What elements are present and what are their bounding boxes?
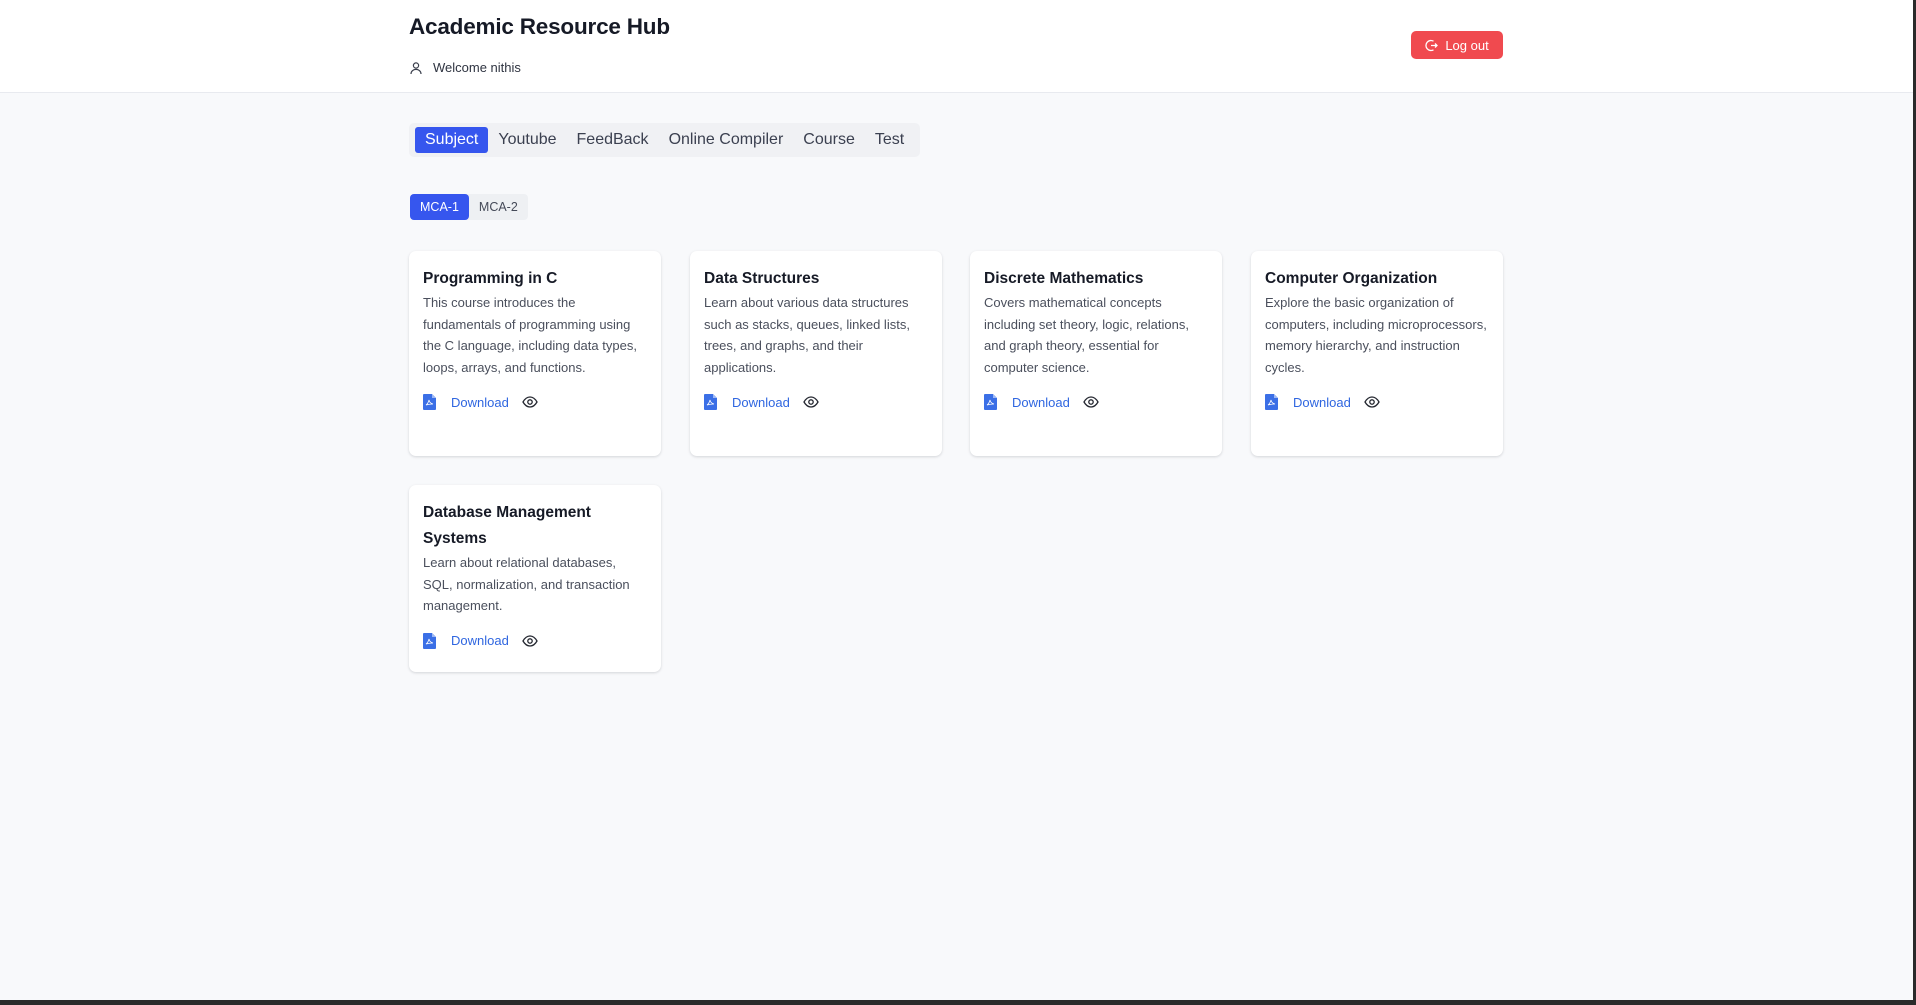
download-link[interactable]: Download	[1012, 395, 1070, 410]
welcome-message: Welcome nithis	[409, 60, 521, 75]
welcome-text: Welcome nithis	[433, 60, 521, 75]
eye-icon[interactable]	[1083, 396, 1099, 408]
card-description: Learn about relational databases, SQL, n…	[423, 555, 630, 613]
logout-button[interactable]: Log out	[1411, 31, 1503, 59]
tab-mca-1[interactable]: MCA-1	[410, 194, 469, 220]
logout-icon	[1425, 39, 1439, 52]
card-description: Explore the basic organization of comput…	[1265, 295, 1487, 375]
app-title: Academic Resource Hub	[409, 14, 670, 39]
card-description: Learn about various data structures such…	[704, 295, 910, 375]
subject-card: Discrete Mathematics Covers mathematical…	[970, 251, 1222, 456]
download-link[interactable]: Download	[732, 395, 790, 410]
app-viewport: Academic Resource Hub Welcome nithis Log…	[0, 0, 1913, 1000]
subject-card: Data Structures Learn about various data…	[690, 251, 942, 456]
card-description: Covers mathematical concepts including s…	[984, 295, 1189, 375]
pdf-document-icon	[984, 394, 997, 410]
card-title: Discrete Mathematics	[984, 270, 1144, 287]
tab-course[interactable]: Course	[793, 127, 865, 153]
download-link[interactable]: Download	[1293, 395, 1351, 410]
subject-card: Database Management Systems Learn about …	[409, 485, 661, 672]
card-title: Database Management Systems	[423, 504, 591, 547]
semester-tabs: MCA-1 MCA-2	[410, 194, 528, 220]
main-tabs: Subject Youtube FeedBack Online Compiler…	[409, 123, 921, 157]
tab-feedback[interactable]: FeedBack	[567, 127, 659, 153]
download-link[interactable]: Download	[451, 395, 509, 410]
card-title: Data Structures	[704, 270, 820, 287]
user-icon	[409, 61, 423, 75]
tab-youtube[interactable]: Youtube	[488, 127, 566, 153]
subject-card: Computer Organization Explore the basic …	[1251, 251, 1503, 456]
tab-online-compiler[interactable]: Online Compiler	[659, 127, 794, 153]
card-actions: Download	[704, 393, 928, 411]
logout-label: Log out	[1445, 37, 1489, 53]
card-actions: Download	[423, 393, 647, 411]
subject-card: Programming in C This course introduces …	[409, 251, 661, 456]
pdf-document-icon	[704, 394, 717, 410]
eye-icon[interactable]	[803, 396, 819, 408]
window-bottom-edge	[0, 1000, 1916, 1005]
tab-subject[interactable]: Subject	[415, 127, 489, 153]
card-actions: Download	[984, 393, 1208, 411]
pdf-document-icon	[423, 394, 436, 410]
card-actions: Download	[1265, 393, 1489, 411]
tab-mca-2[interactable]: MCA-2	[469, 194, 528, 220]
tab-test[interactable]: Test	[865, 127, 914, 153]
eye-icon[interactable]	[1364, 396, 1380, 408]
download-link[interactable]: Download	[451, 633, 509, 648]
pdf-document-icon	[1265, 394, 1278, 410]
card-title: Computer Organization	[1265, 270, 1438, 287]
top-header: Academic Resource Hub Welcome nithis Log…	[0, 0, 1913, 93]
card-title: Programming in C	[423, 270, 558, 287]
card-actions: Download	[423, 632, 647, 650]
eye-icon[interactable]	[522, 634, 538, 647]
eye-icon[interactable]	[522, 396, 538, 408]
card-description: This course introduces the fundamentals …	[423, 295, 637, 375]
pdf-document-icon	[423, 632, 436, 649]
